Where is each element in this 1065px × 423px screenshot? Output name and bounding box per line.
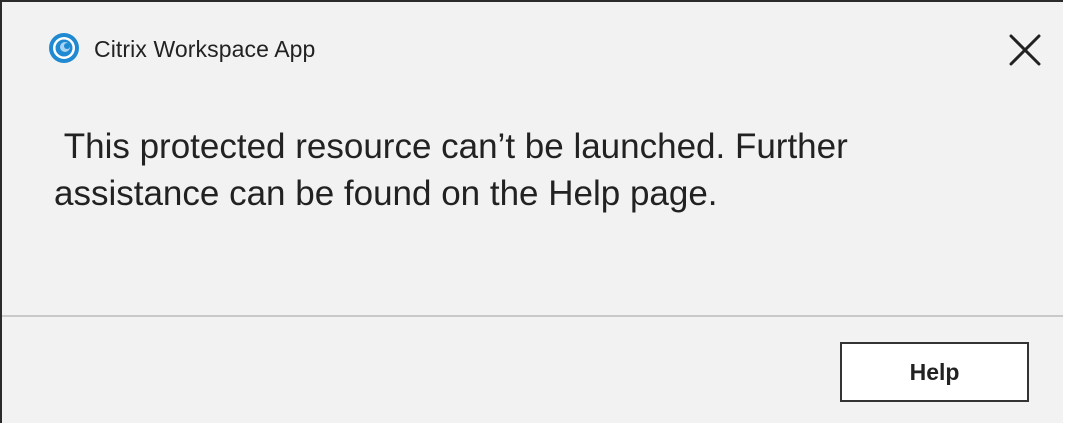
footer-divider [2,315,1063,317]
window-title: Citrix Workspace App [94,36,316,62]
error-message: This protected resource can’t be launche… [54,127,848,213]
title-bar: Citrix Workspace App [2,2,1063,92]
citrix-logo-icon [48,32,80,64]
citrix-error-dialog: Citrix Workspace App This protected reso… [0,0,1063,423]
close-button[interactable] [1003,30,1047,74]
close-icon [1008,33,1042,72]
help-button[interactable]: Help [840,342,1029,402]
